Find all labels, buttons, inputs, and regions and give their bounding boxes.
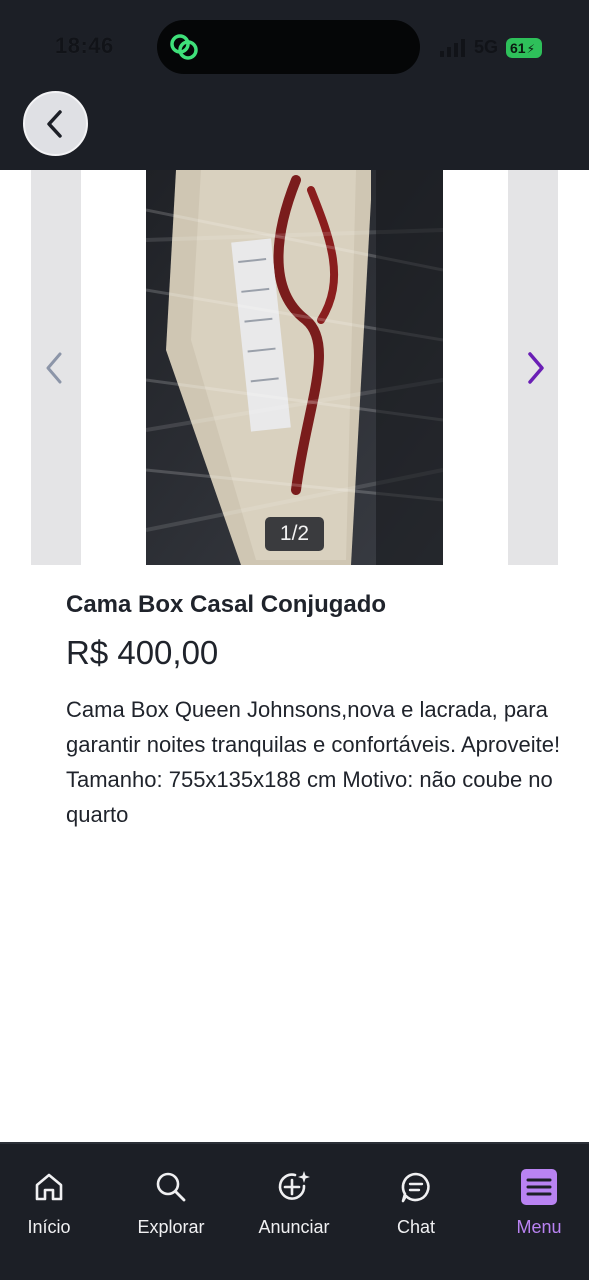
- listing-description: Cama Box Queen Johnsons,nova e lacrada, …: [66, 697, 561, 827]
- bottom-navigation: Início Explorar Anunciar Chat Menu: [0, 1142, 589, 1280]
- add-sparkle-icon: [278, 1171, 310, 1200]
- nav-label: Menu: [516, 1217, 562, 1237]
- nav-label: Chat: [396, 1217, 436, 1237]
- signal-icon: [440, 39, 465, 57]
- menu-icon: [521, 1169, 557, 1205]
- chat-bubble-icon: [401, 1172, 430, 1203]
- mattress-package-image: [146, 170, 443, 565]
- nav-item-menu[interactable]: Menu: [484, 1144, 589, 1280]
- top-header: 18:46 5G 61⚡: [0, 0, 589, 170]
- listing-price: R$ 400,00: [66, 634, 219, 671]
- image-carousel[interactable]: 1/2: [0, 170, 589, 565]
- status-time: 18:46: [55, 33, 114, 58]
- nav-label: Explorar: [137, 1217, 205, 1237]
- nav-item-explorar[interactable]: Explorar: [116, 1144, 226, 1280]
- nav-item-chat[interactable]: Chat: [361, 1144, 471, 1280]
- nav-label: Anunciar: [258, 1217, 330, 1237]
- product-photo[interactable]: 1/2: [146, 170, 443, 565]
- search-icon: [156, 1172, 186, 1202]
- battery-indicator: 61⚡: [506, 38, 542, 58]
- chevron-left-icon[interactable]: [42, 350, 66, 386]
- image-counter: 1/2: [265, 517, 324, 551]
- back-button[interactable]: [23, 91, 88, 156]
- nav-item-anunciar[interactable]: Anunciar: [239, 1144, 349, 1280]
- charging-bolt-icon: ⚡: [526, 42, 536, 56]
- nav-label: Início: [27, 1217, 71, 1237]
- chevron-right-icon[interactable]: [524, 350, 548, 386]
- battery-level: 61: [510, 40, 526, 56]
- chevron-left-icon: [46, 109, 62, 138]
- home-icon: [35, 1173, 63, 1201]
- listing-title: Cama Box Casal Conjugado: [66, 591, 387, 618]
- network-type: 5G: [474, 37, 499, 57]
- dynamic-island: [157, 20, 420, 74]
- link-rings-icon: [170, 34, 198, 60]
- nav-item-inicio[interactable]: Início: [0, 1144, 104, 1280]
